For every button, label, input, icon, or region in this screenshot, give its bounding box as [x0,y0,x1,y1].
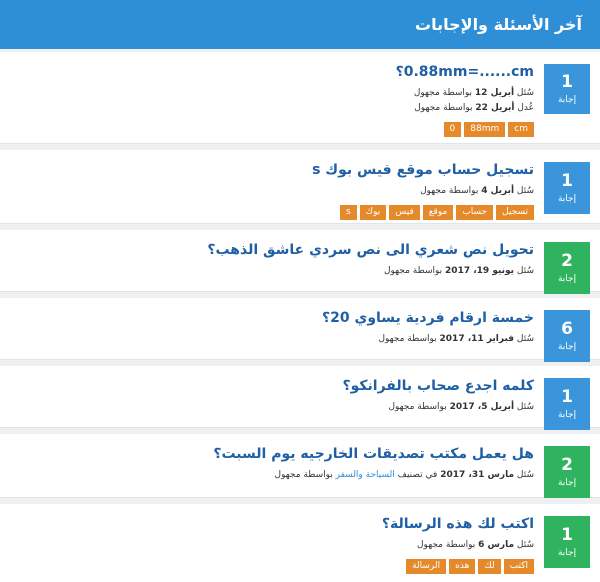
answer-count-box[interactable]: 1 إجابة [544,516,590,568]
answer-count-label: إجابة [557,547,577,558]
answer-count: 2 [561,454,573,475]
question-title-link[interactable]: تحويل نص شعري الى نص سردي عاشق الذهب؟ [6,240,534,260]
question-item: 1 إجابة اكتب لك هذه الرسالة؟ سُئل مارس 6 بو… [0,504,600,582]
tag-list: اكتب لك هذه الرسالة [6,559,534,574]
question-title-link[interactable]: خمسة ارقام فردية يساوي 20؟ [6,308,534,328]
question-meta: سُئل فبراير 11، 2017 بواسطة مجهول [6,332,534,347]
answer-count: 1 [561,71,573,92]
tag[interactable]: 88mm [464,122,506,137]
meta-date: فبراير 11، 2017 [439,334,515,344]
meta-author: بواسطة مجهول [378,334,440,344]
question-title-link[interactable]: هل يعمل مكتب تصديقات الخارجيه يوم السبت؟ [6,444,534,464]
question-list: 1 إجابة 0.88mm=......cm؟ سُئل أبريل 12 بواس… [0,49,600,582]
panel-header: آخر الأسئلة والإجابات [0,0,600,49]
question-item: 2 إجابة هل يعمل مكتب تصديقات الخارجيه يوم … [0,434,600,498]
meta-date: مارس 6 [478,540,515,550]
meta-action: سُئل [514,540,534,550]
meta-author: بواسطة مجهول [274,470,336,480]
question-meta: سُئل مارس 31، 2017 في تصنيف السياحة والس… [6,468,534,483]
meta-author: بواسطة مجهول [414,103,476,113]
question-meta: عُدل أبريل 22 بواسطة مجهول [6,101,534,116]
answer-count-box[interactable]: 2 إجابة [544,242,590,294]
meta-action: عُدل [514,103,534,113]
answer-count-label: إجابة [557,477,577,488]
question-item: 1 إجابة كلمه اجدع صحاب بالفرانكو؟ سُئل أبري… [0,366,600,430]
answer-count-label: إجابة [557,193,577,204]
answer-count-box[interactable]: 1 إجابة [544,162,590,214]
meta-author: بواسطة مجهول [388,402,450,412]
question-item: 2 إجابة تحويل نص شعري الى نص سردي عاشق الذ… [0,230,600,294]
question-body: كلمه اجدع صحاب بالفرانكو؟ سُئل أبريل 5، 2… [0,366,535,427]
meta-action: سُئل [514,334,534,344]
question-body: تحويل نص شعري الى نص سردي عاشق الذهب؟ سُئ… [0,230,534,291]
meta-date: أبريل 5، 2017 [449,402,515,412]
meta-author: بواسطة مجهول [417,540,479,550]
answer-count-label: إجابة [557,409,577,420]
question-meta: سُئل أبريل 12 بواسطة مجهول [6,86,534,101]
tag[interactable]: لك [478,559,501,574]
answer-count: 1 [561,386,573,407]
question-meta: سُئل يونيو 19، 2017 بواسطة مجهول [6,264,534,279]
meta-action: سُئل [514,266,534,276]
meta-author: بواسطة مجهول [413,88,475,98]
meta-in-category: في تصنيف [394,470,441,480]
meta-action: سُئل [514,88,534,98]
tag[interactable]: هذه [449,559,476,574]
tag[interactable]: اكتب [503,559,534,574]
question-title-link[interactable]: تسجيل حساب موقع فيس بوك s [6,160,534,180]
question-body: خمسة ارقام فردية يساوي 20؟ سُئل فبراير 11… [0,298,534,359]
tag[interactable]: الرسالة [406,559,447,574]
page-root: آخر الأسئلة والإجابات 1 إجابة 0.88mm=.....… [0,0,600,582]
answer-count-label: إجابة [557,273,577,284]
tag[interactable]: cm [508,122,534,137]
answer-count-box[interactable]: 1 إجابة [544,378,590,430]
panel-title: آخر الأسئلة والإجابات [415,15,582,34]
answer-count: 1 [561,170,573,191]
meta-action: سُئل [514,186,534,196]
meta-action: سُئل [514,470,534,480]
meta-date: أبريل 12 [474,88,515,98]
meta-action: سُئل [514,402,534,412]
tag-list: تسجيل حساب موقع فيس بوك s [6,205,534,220]
question-title-link[interactable]: كلمه اجدع صحاب بالفرانكو؟ [6,376,535,396]
question-item: 1 إجابة 0.88mm=......cm؟ سُئل أبريل 12 بواس… [0,52,600,144]
question-title-link[interactable]: اكتب لك هذه الرسالة؟ [6,514,534,534]
answer-count-box[interactable]: 2 إجابة [544,446,590,498]
tag[interactable]: حساب [456,205,494,220]
question-item: 6 إجابة خمسة ارقام فردية يساوي 20؟ سُئل فبر… [0,298,600,362]
question-meta: سُئل أبريل 4 بواسطة مجهول [6,184,534,199]
question-title-link[interactable]: 0.88mm=......cm؟ [6,62,534,82]
meta-date: يونيو 19، 2017 [445,266,515,276]
question-body: هل يعمل مكتب تصديقات الخارجيه يوم السبت؟… [0,434,534,497]
question-body: تسجيل حساب موقع فيس بوك s سُئل أبريل 4 بو… [0,150,534,223]
tag[interactable]: موقع [422,205,454,220]
meta-date: أبريل 4 [481,186,515,196]
answer-count-label: إجابة [557,94,577,105]
answer-count: 2 [561,250,573,271]
answer-count-label: إجابة [557,341,577,352]
tag-list: cm 88mm 0 [6,122,534,137]
question-body: 0.88mm=......cm؟ سُئل أبريل 12 بواسطة مجه… [0,52,534,143]
answer-count: 1 [561,524,573,545]
meta-date: أبريل 22 [475,103,515,113]
meta-author: بواسطة مجهول [420,186,482,196]
question-item: 1 إجابة تسجيل حساب موقع فيس بوك s سُئل أبري… [0,150,600,224]
question-body: اكتب لك هذه الرسالة؟ سُئل مارس 6 بواسطة م… [0,504,534,582]
tag[interactable]: تسجيل [496,205,534,220]
tag[interactable]: s [339,205,357,220]
tag[interactable]: 0 [443,122,462,137]
answer-count: 6 [561,318,573,339]
question-meta: سُئل أبريل 5، 2017 بواسطة مجهول [6,400,534,415]
meta-author: بواسطة مجهول [383,266,446,276]
question-meta: سُئل مارس 6 بواسطة مجهول [6,538,534,553]
meta-date: مارس 31، 2017 [440,470,515,480]
answer-count-box[interactable]: 1 إجابة [544,64,590,114]
tag[interactable]: فيس [389,205,420,220]
category-link[interactable]: السياحة والسفر [336,470,395,480]
tag[interactable]: بوك [359,205,387,220]
answer-count-box[interactable]: 6 إجابة [544,310,590,362]
